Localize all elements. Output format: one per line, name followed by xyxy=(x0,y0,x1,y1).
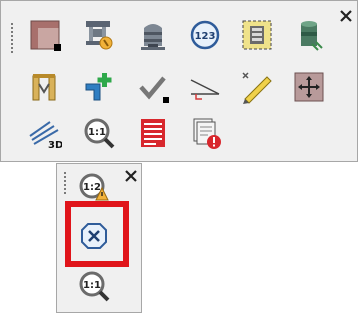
frame-select-button[interactable] xyxy=(239,17,275,53)
tank-button[interactable] xyxy=(135,17,171,53)
tank-icon xyxy=(141,24,165,50)
error-report-button[interactable] xyxy=(187,115,223,151)
main-toolbar: 123 3D 1:1 xyxy=(0,0,358,162)
sub-toolbar: 1:2 1:1 xyxy=(56,163,142,313)
table-report-button[interactable] xyxy=(135,115,171,151)
toolbar-grip[interactable] xyxy=(9,23,15,55)
pipe-add-icon xyxy=(85,73,112,101)
pipe-cylinder-button[interactable] xyxy=(291,17,327,53)
svg-text:1:1: 1:1 xyxy=(83,280,101,291)
zoom-1to1-button[interactable]: 1:1 xyxy=(76,268,112,304)
pipe-cylinder-icon xyxy=(301,21,323,51)
slope-button[interactable] xyxy=(187,69,223,105)
plane-3d-button[interactable]: 3D xyxy=(27,115,63,151)
svg-text:3D: 3D xyxy=(48,140,62,150)
cancel-circle-button[interactable] xyxy=(76,218,112,254)
close-icon[interactable] xyxy=(338,8,354,24)
wall-icon xyxy=(30,20,61,51)
columns-button[interactable] xyxy=(27,69,63,105)
ruler-edit-icon xyxy=(242,72,272,104)
check-button[interactable] xyxy=(135,69,171,105)
toolbar-grip[interactable] xyxy=(62,172,68,196)
scale-warning-button[interactable]: 1:2 xyxy=(76,169,112,205)
svg-text:1:1: 1:1 xyxy=(88,127,106,138)
error-report-icon xyxy=(193,118,221,149)
svg-text:123: 123 xyxy=(195,31,216,42)
columns-icon xyxy=(32,74,56,101)
table-report-icon xyxy=(141,119,165,147)
zoom-1to1-icon: 1:1 xyxy=(79,271,110,302)
slope-icon xyxy=(190,79,220,100)
pipe-add-button[interactable] xyxy=(81,69,117,105)
wall-button[interactable] xyxy=(27,17,63,53)
rig-icon xyxy=(86,21,113,50)
move-box-button[interactable] xyxy=(291,69,327,105)
check-icon xyxy=(139,76,169,103)
counter-123-button[interactable]: 123 xyxy=(187,17,223,53)
close-icon[interactable] xyxy=(123,168,139,184)
move-box-icon xyxy=(294,72,324,102)
svg-text:1:2: 1:2 xyxy=(83,182,101,193)
zoom-1to1-icon: 1:1 xyxy=(84,118,115,149)
counter-123-icon: 123 xyxy=(190,20,220,50)
scale-warning-icon: 1:2 xyxy=(79,173,109,201)
cancel-circle-icon xyxy=(81,223,107,249)
plane-3d-icon: 3D xyxy=(29,121,62,150)
zoom-1to1-button[interactable]: 1:1 xyxy=(81,115,117,151)
frame-select-icon xyxy=(242,20,272,50)
rig-button[interactable] xyxy=(81,17,117,53)
ruler-edit-button[interactable] xyxy=(239,69,275,105)
